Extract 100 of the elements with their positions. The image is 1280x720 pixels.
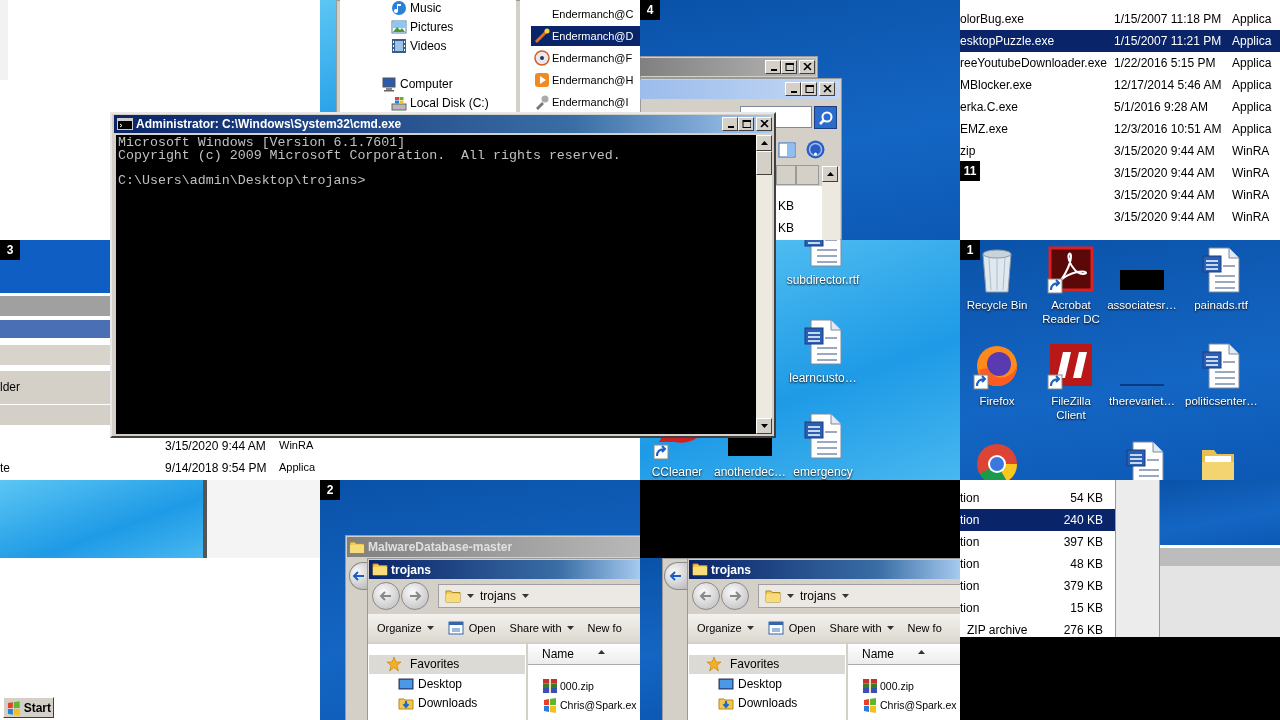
- toolbar-button[interactable]: New fo: [584, 616, 625, 640]
- file-type: Applica: [1232, 99, 1272, 115]
- scroll-thumb[interactable]: [756, 151, 772, 175]
- breadcrumb-link[interactable]: trojans: [480, 588, 517, 604]
- item-label: lder: [0, 379, 20, 395]
- folder-icon: [765, 588, 781, 604]
- navigation-item[interactable]: Desktop: [738, 676, 783, 692]
- file-row[interactable]: erka.C.exe 5/1/2016 9:28 AM Applica: [960, 96, 1280, 118]
- icon-label[interactable]: politicsenter…: [1185, 394, 1257, 408]
- icon-label[interactable]: Recycle Bin: [966, 298, 1028, 312]
- file-row[interactable]: Endermanch@D: [531, 26, 640, 46]
- file-row[interactable]: esktopPuzzle.exe 1/15/2007 11:21 PM Applica: [960, 30, 1280, 52]
- navigation-item[interactable]: Computer: [400, 76, 453, 92]
- file-row[interactable]: 3/15/2020 9:44 AM WinRA: [984, 206, 1280, 228]
- file-row[interactable]: 3/15/2020 9:44 AM WinRA: [984, 162, 1280, 184]
- navigation-item[interactable]: Downloads: [738, 695, 798, 711]
- navigation-item[interactable]: Pictures: [410, 19, 454, 35]
- maximize-button[interactable]: [781, 60, 797, 74]
- navigation-item[interactable]: Downloads: [418, 695, 478, 711]
- caret-icon: [566, 626, 574, 630]
- navigation-item[interactable]: Music: [410, 0, 442, 16]
- file-name[interactable]: 000.zip: [560, 678, 594, 694]
- icon-label[interactable]: Firefox: [979, 394, 1015, 408]
- file-date: 5/1/2016 9:28 AM: [1114, 99, 1209, 115]
- scroll-down-button[interactable]: [756, 418, 772, 434]
- file-row[interactable]: tion 48 KB: [960, 553, 1115, 575]
- toolbar-button[interactable]: Share with: [506, 616, 577, 640]
- file-row[interactable]: Endermanch@F: [531, 48, 640, 68]
- breadcrumb-link[interactable]: trojans: [800, 588, 837, 604]
- scroll-up-button[interactable]: [756, 135, 772, 151]
- file-row[interactable]: Endermanch@H: [531, 70, 640, 90]
- file-date: 1/15/2007 11:21 PM: [1114, 33, 1222, 49]
- file-type: tion: [960, 600, 980, 616]
- caret-icon: [842, 594, 850, 598]
- minimize-button[interactable]: [722, 117, 738, 131]
- start-button[interactable]: Start: [3, 697, 54, 718]
- navigation-item[interactable]: Favorites: [369, 655, 525, 674]
- navigation-item[interactable]: Favorites: [689, 655, 845, 674]
- icon-label[interactable]: painads.rtf: [1194, 298, 1248, 312]
- file-row[interactable]: Endermanch@I: [531, 92, 640, 112]
- file-name: MBlocker.exe: [960, 77, 1033, 93]
- minimize-button[interactable]: [765, 60, 781, 74]
- file-row[interactable]: ZIP archive 276 KB: [960, 619, 1115, 641]
- file-row[interactable]: EMZ.exe 12/3/2016 10:51 AM Applica: [960, 118, 1280, 140]
- file-row[interactable]: tion 240 KB: [960, 509, 1115, 531]
- file-name[interactable]: Chris@Spark.ex: [880, 697, 957, 713]
- address-field[interactable]: trojans: [438, 584, 640, 608]
- console-line: Copyright (c) 2009 Microsoft Corporation. All rights reserved.: [118, 149, 622, 162]
- navigation-item[interactable]: Desktop: [418, 676, 463, 692]
- icon-label[interactable]: FileZilla Client: [1035, 394, 1107, 422]
- file-row[interactable]: olorBug.exe 1/15/2007 11:18 PM Applica: [960, 8, 1280, 30]
- file-row[interactable]: tion 15 KB: [960, 597, 1115, 619]
- scrollbar[interactable]: [756, 135, 772, 434]
- toolbar-button[interactable]: Open: [764, 616, 819, 640]
- maximize-button[interactable]: [738, 117, 754, 131]
- file-row[interactable]: tion 54 KB: [960, 487, 1115, 509]
- window-title: MalwareDatabase-master: [368, 539, 513, 556]
- icon-label[interactable]: therevariet…: [1109, 394, 1175, 408]
- file-date: 3/15/2020 9:44 AM: [1114, 143, 1215, 159]
- list-item[interactable]: lder: [0, 371, 112, 404]
- close-button[interactable]: [819, 82, 835, 96]
- icon-label[interactable]: associatesr…: [1107, 298, 1177, 312]
- file-name[interactable]: Chris@Spark.ex: [560, 697, 637, 713]
- file-date: 12/3/2016 10:51 AM: [1114, 121, 1222, 137]
- file-row[interactable]: tion 397 KB: [960, 531, 1115, 553]
- image-icon: [391, 19, 407, 35]
- console-prompt[interactable]: C:\Users\admin\Desktop\trojans>: [118, 174, 756, 187]
- file-size: 240 KB: [1063, 512, 1103, 528]
- file-row[interactable]: 3/15/2020 9:44 AM WinRA: [984, 184, 1280, 206]
- navigation-item[interactable]: Videos: [410, 38, 447, 54]
- close-button[interactable]: [756, 117, 772, 131]
- address-field[interactable]: trojans: [758, 584, 960, 608]
- maximize-icon: [784, 63, 794, 71]
- icon-label[interactable]: Acrobat Reader DC: [1035, 298, 1107, 326]
- file-name[interactable]: 000.zip: [880, 678, 914, 694]
- toolbar-button[interactable]: Organize: [694, 616, 757, 640]
- file-type: Applica: [1232, 121, 1272, 137]
- close-button[interactable]: [799, 60, 815, 74]
- program-icon: [862, 697, 878, 713]
- file-row[interactable]: reeYoutubeDownloader.exe 1/22/2016 5:15 PM Applica: [960, 52, 1280, 74]
- scroll-up-button[interactable]: [822, 166, 838, 182]
- search-button[interactable]: [814, 106, 837, 129]
- console-icon: [117, 118, 133, 130]
- toolbar-button[interactable]: Open: [444, 616, 499, 640]
- toolbar-button[interactable]: New fo: [904, 616, 945, 640]
- wand-icon: [534, 28, 550, 44]
- file-row[interactable]: MBlocker.exe 12/17/2014 5:46 AM Applica: [960, 74, 1280, 96]
- navigation-item[interactable]: Local Disk (C:): [410, 95, 489, 111]
- file-row[interactable]: tion 379 KB: [960, 575, 1115, 597]
- folder-icon: [445, 588, 461, 604]
- file-row[interactable]: Endermanch@C: [531, 4, 640, 24]
- toolbar-button[interactable]: Organize: [374, 616, 437, 640]
- file-type: tion: [960, 578, 980, 594]
- toolbar-button[interactable]: Share with: [826, 616, 897, 640]
- file-type: Applica: [279, 460, 316, 474]
- caret-icon: [746, 626, 754, 630]
- maximize-button[interactable]: [801, 82, 817, 96]
- file-type: WinRA: [279, 438, 314, 452]
- minimize-button[interactable]: [785, 82, 801, 96]
- file-row[interactable]: zip 3/15/2020 9:44 AM WinRA: [960, 140, 1280, 162]
